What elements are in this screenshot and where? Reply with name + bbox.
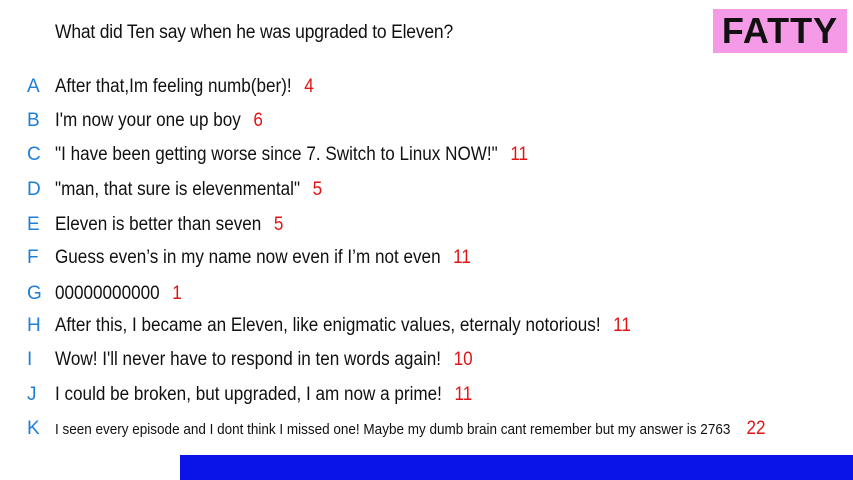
answer-letter: A	[27, 76, 40, 97]
answer-row-b: B I'm now your one up boy 6	[0, 106, 853, 136]
answer-row-j: J I could be broken, but upgraded, I am …	[0, 380, 853, 410]
answer-text: "man, that sure is elevenmental"	[55, 179, 301, 200]
answer-letter: F	[27, 247, 39, 268]
answer-letter: I	[27, 349, 33, 370]
answer-letter: C	[27, 144, 41, 165]
word-count: 11	[510, 144, 529, 165]
name-badge: FATTY	[713, 9, 847, 53]
answer-text: I seen every episode and I dont think I …	[55, 421, 731, 438]
answer-row-g: G 00000000000 1	[0, 279, 853, 309]
word-count: 5	[312, 179, 323, 200]
word-count: 11	[454, 384, 473, 405]
answer-letter: J	[27, 384, 37, 405]
answer-row-f: F Guess even’s in my name now even if I’…	[0, 243, 853, 273]
word-count: 1	[172, 283, 182, 304]
answer-letter: B	[27, 110, 40, 131]
answer-text: Eleven is better than seven	[55, 214, 262, 235]
word-count: 5	[273, 214, 284, 235]
word-count: 11	[453, 247, 471, 268]
answer-row-c: C "I have been getting worse since 7. Sw…	[0, 140, 853, 170]
answer-letter: H	[27, 315, 41, 336]
word-count: 10	[453, 349, 473, 370]
answer-row-e: E Eleven is better than seven 5	[0, 210, 853, 240]
answer-letter: D	[27, 179, 41, 200]
answer-row-d: D "man, that sure is elevenmental" 5	[0, 175, 853, 205]
answer-text: After this, I became an Eleven, like eni…	[55, 315, 601, 336]
bottom-bar	[180, 455, 853, 480]
answer-text: I'm now your one up boy	[55, 110, 241, 131]
question-text: What did Ten say when he was upgraded to…	[55, 22, 454, 43]
answer-letter: E	[27, 214, 40, 235]
answer-text: Wow! I'll never have to respond in ten w…	[55, 349, 442, 370]
answer-text: Guess even’s in my name now even if I’m …	[55, 247, 441, 268]
answer-row-k: K I seen every episode and I dont think …	[0, 414, 853, 444]
answer-row-i: I Wow! I'll never have to respond in ten…	[0, 345, 853, 375]
answer-text: 00000000000	[55, 283, 160, 304]
word-count: 4	[304, 76, 314, 97]
word-count: 6	[253, 110, 263, 131]
word-count: 11	[613, 315, 631, 336]
answer-text: I could be broken, but upgraded, I am no…	[55, 384, 442, 405]
answer-row-h: H After this, I became an Eleven, like e…	[0, 311, 853, 341]
word-count: 22	[746, 418, 766, 439]
answer-text: "I have been getting worse since 7. Swit…	[55, 144, 498, 165]
answer-row-a: A After that,Im feeling numb(ber)! 4	[0, 72, 853, 102]
answer-letter: K	[27, 418, 40, 439]
answer-letter: G	[27, 283, 42, 304]
answer-text: After that,Im feeling numb(ber)!	[55, 76, 292, 97]
